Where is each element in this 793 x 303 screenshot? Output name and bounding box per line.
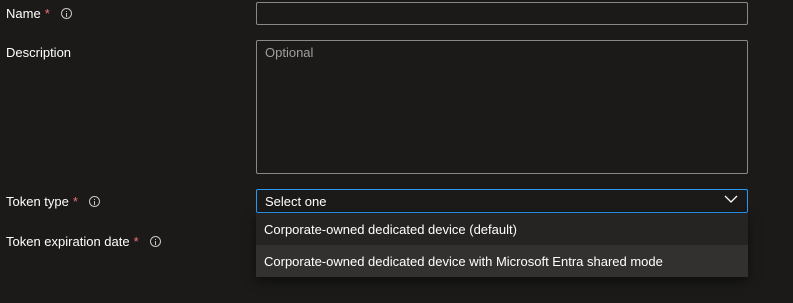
description-label-row: Description	[6, 45, 71, 60]
token-type-required-mark: *	[72, 194, 78, 209]
token-type-label-row: Token type *	[6, 194, 100, 209]
token-expiration-label-row: Token expiration date *	[6, 234, 161, 249]
token-type-option-dedicated[interactable]: Corporate-owned dedicated device (defaul…	[256, 213, 748, 245]
token-type-option-entra-shared[interactable]: Corporate-owned dedicated device with Mi…	[256, 245, 748, 277]
token-type-dropdown: Corporate-owned dedicated device (defaul…	[256, 213, 748, 277]
token-type-selected-value: Select one	[265, 193, 327, 209]
enrollment-token-form: Name * Description Optional Token type *…	[0, 0, 793, 303]
token-type-label: Token type	[6, 194, 69, 209]
description-label: Description	[6, 45, 72, 60]
description-placeholder: Optional	[265, 45, 314, 60]
token-expiration-label: Token expiration date	[6, 234, 130, 249]
description-field[interactable]: Optional	[256, 40, 748, 174]
chevron-down-icon[interactable]	[724, 194, 738, 204]
token-type-select[interactable]: Select one	[256, 189, 748, 213]
name-label-row: Name *	[6, 6, 72, 21]
name-required-mark: *	[44, 6, 50, 21]
token-expiration-required-mark: *	[133, 234, 139, 249]
info-icon[interactable]	[149, 236, 161, 247]
name-field[interactable]	[256, 2, 748, 25]
name-label: Name	[6, 6, 41, 21]
info-icon[interactable]	[88, 196, 100, 207]
info-icon[interactable]	[60, 8, 72, 19]
